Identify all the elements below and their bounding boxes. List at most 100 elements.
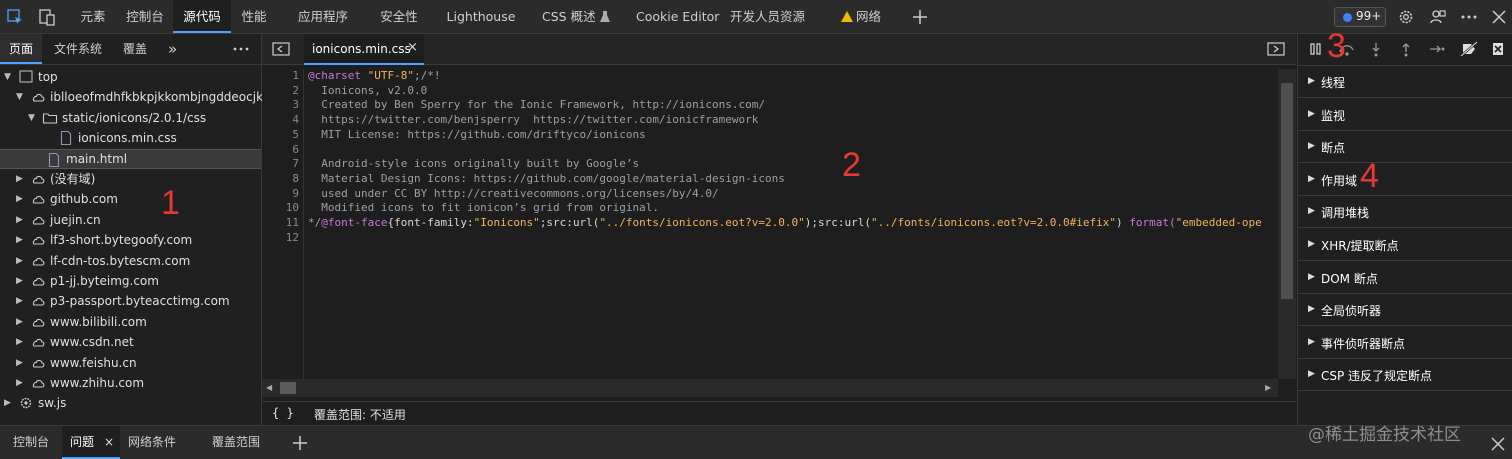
expand-arrow-down-icon[interactable]: ▼ [28, 108, 35, 128]
close-devtools-icon[interactable] [1490, 8, 1508, 26]
code-line[interactable]: https://twitter.com/benjsperry https://t… [308, 113, 758, 128]
expand-arrow-down-icon[interactable]: ▼ [4, 67, 11, 87]
more-tabs-chevron-icon[interactable]: » [168, 34, 184, 64]
code-line[interactable]: */@font-face{font-family:"Ionicons";src:… [308, 216, 1262, 231]
tree-item-cloud[interactable]: ▶ github.com [0, 189, 261, 209]
close-issues-icon[interactable]: × [104, 426, 114, 459]
vertical-scroll-thumb[interactable] [1281, 83, 1293, 299]
line-number[interactable]: 11 [269, 216, 299, 231]
navigator-menu-icon[interactable] [232, 41, 250, 57]
line-number[interactable]: 1 [269, 69, 299, 84]
collapse-arrow-right-icon[interactable]: ▶ [16, 189, 23, 209]
drawer-tab-network-conditions[interactable]: 网络条件 [128, 426, 188, 459]
tree-item-cloud[interactable]: ▶ juejin.cn [0, 210, 261, 230]
tab-performance[interactable]: 性能 [234, 0, 274, 33]
debugger-section-header[interactable]: ▶ DOM 断点 [1298, 262, 1512, 294]
tab-elements[interactable]: 元素 [72, 0, 114, 33]
line-number[interactable]: 9 [269, 187, 299, 202]
tab-security[interactable]: 安全性 [372, 0, 426, 33]
collapse-arrow-right-icon[interactable]: ▶ [16, 353, 23, 373]
debugger-section-header[interactable]: ▶ XHR/提取断点 [1298, 229, 1512, 261]
line-number[interactable]: 6 [269, 143, 299, 158]
debugger-section-header[interactable]: ▶ CSP 违反了规定断点 [1298, 359, 1512, 392]
code-content[interactable]: @charset "UTF-8";/*! Ionicons, v2.0.0 Cr… [308, 69, 1278, 379]
toggle-navigator-icon[interactable] [272, 41, 290, 57]
expand-arrow-down-icon[interactable]: ▼ [16, 87, 23, 107]
tree-item-cloud[interactable]: ▶ www.zhihu.com [0, 373, 261, 393]
collapse-arrow-right-icon[interactable]: ▶ [16, 169, 23, 189]
debugger-section-header[interactable]: ▶ 监视 [1298, 99, 1512, 131]
collapse-arrow-right-icon[interactable]: ▶ [16, 210, 23, 230]
debugger-section-header[interactable]: ▶ 全局侦听器 [1298, 294, 1512, 327]
line-number[interactable]: 4 [269, 113, 299, 128]
collapse-arrow-right-icon[interactable]: ▶ [16, 312, 23, 332]
vertical-scrollbar[interactable] [1278, 69, 1296, 379]
step-into-icon[interactable] [1368, 41, 1384, 57]
debugger-section-header[interactable]: ▶ 调用堆栈 [1298, 196, 1512, 229]
drawer-tab-coverage[interactable]: 覆盖范围 [212, 426, 272, 459]
tree-item-cloud[interactable]: ▶ lf-cdn-tos.bytescm.com [0, 251, 261, 271]
tree-item-cloud[interactable]: ▶ p1-jj.byteimg.com [0, 271, 261, 291]
debugger-section-header[interactable]: ▶ 作用域 [1298, 164, 1512, 196]
line-number[interactable]: 7 [269, 157, 299, 172]
pause-icon[interactable] [1308, 41, 1324, 57]
tree-item-gear[interactable]: ▶ sw.js [0, 393, 261, 413]
tree-item-cloud[interactable]: ▶ www.feishu.cn [0, 353, 261, 373]
debugger-section-header[interactable]: ▶ 事件侦听器断点 [1298, 327, 1512, 359]
drawer-tab-issues[interactable]: 问题 × [62, 426, 120, 459]
step-out-icon[interactable] [1398, 41, 1414, 57]
tab-page[interactable]: 页面 [0, 34, 42, 64]
pretty-print-button[interactable]: { } [272, 406, 294, 420]
collapse-arrow-right-icon[interactable]: ▶ [16, 271, 23, 291]
collapse-arrow-right-icon[interactable]: ▶ [16, 251, 23, 271]
step-icon[interactable] [1428, 41, 1446, 57]
debugger-section-header[interactable]: ▶ 断点 [1298, 131, 1512, 164]
line-number[interactable]: 8 [269, 172, 299, 187]
code-line[interactable]: @charset "UTF-8";/*! [308, 69, 440, 84]
customize-account-icon[interactable] [1429, 8, 1447, 26]
tree-item-cloud[interactable]: ▶ (没有域) [0, 169, 261, 189]
tab-console[interactable]: 控制台 [120, 0, 170, 33]
scroll-right-icon[interactable]: ▶ [1265, 383, 1271, 392]
tab-overrides[interactable]: 覆盖 [123, 34, 153, 64]
tree-item-folder[interactable]: ▼ static/ionicons/2.0.1/css [0, 108, 261, 128]
code-line[interactable]: Modified icons to fit ionicon’s grid fro… [308, 201, 659, 216]
collapse-arrow-right-icon[interactable]: ▶ [4, 393, 11, 413]
issues-counter-badge[interactable]: 99+ [1334, 7, 1386, 27]
add-drawer-tab-icon[interactable] [291, 434, 309, 452]
inspect-element-icon[interactable] [6, 8, 24, 26]
collapse-arrow-right-icon[interactable]: ▶ [16, 373, 23, 393]
tab-sources[interactable]: 源代码 [173, 0, 231, 33]
close-tab-icon[interactable]: × [407, 40, 418, 55]
debugger-section-header[interactable]: ▶ 线程 [1298, 66, 1512, 98]
tree-item-cloud[interactable]: ▶ lf3-short.bytegoofy.com [0, 230, 261, 250]
collapse-arrow-right-icon[interactable]: ▶ [16, 291, 23, 311]
line-number[interactable]: 12 [269, 231, 299, 246]
drawer-tab-console[interactable]: 控制台 [0, 426, 62, 459]
code-line[interactable]: MIT License: https://github.com/driftyco… [308, 128, 646, 143]
tree-item-cloud[interactable]: ▶ www.csdn.net [0, 332, 261, 352]
toggle-debugger-icon[interactable] [1267, 41, 1285, 57]
device-toolbar-icon[interactable] [38, 8, 56, 26]
pause-on-exceptions-icon[interactable] [1490, 41, 1506, 57]
tree-item-frame[interactable]: ▼ top [0, 67, 261, 87]
editor-tab-ionicons[interactable]: ionicons.min.css × [304, 34, 424, 65]
tab-cookie-editor[interactable]: Cookie Editor [636, 0, 719, 33]
code-line[interactable]: used under CC BY http://creativecommons.… [308, 187, 718, 202]
tab-filesystem[interactable]: 文件系统 [54, 34, 106, 64]
code-line[interactable]: Created by Ben Sperry for the Ionic Fram… [308, 98, 765, 113]
scroll-left-icon[interactable]: ◀ [266, 383, 272, 392]
tab-network[interactable]: 网络 [856, 0, 886, 33]
tree-item-file[interactable]: main.html [0, 148, 261, 169]
tab-css-overview[interactable]: CSS 概述 [542, 0, 598, 33]
settings-gear-icon[interactable] [1397, 8, 1415, 26]
tree-item-cloud[interactable]: ▶ www.bilibili.com [0, 312, 261, 332]
tab-application[interactable]: 应用程序 [290, 0, 356, 33]
code-line[interactable]: Ionicons, v2.0.0 [308, 84, 427, 99]
line-number[interactable]: 2 [269, 84, 299, 99]
horizontal-scroll-thumb[interactable] [280, 382, 296, 394]
code-line[interactable]: Android-style icons originally built by … [308, 157, 639, 172]
tab-developer-resources[interactable]: 开发人员资源 [730, 0, 810, 33]
more-options-icon[interactable] [1460, 8, 1478, 26]
more-tabs-plus-icon[interactable] [911, 8, 929, 26]
